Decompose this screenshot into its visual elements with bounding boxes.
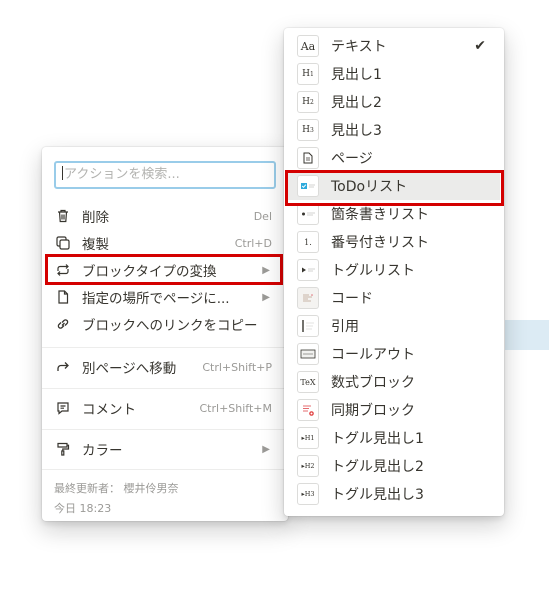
menu-item-label: コメント: [82, 402, 136, 418]
turn-into-synced-block[interactable]: 同期ブロック: [288, 396, 500, 424]
submenu-item-label: 見出し2: [331, 95, 382, 111]
color-menu-item[interactable]: カラー ▶: [46, 436, 284, 462]
block-action-menu: アクションを検索... 削除 Del 複製 Ctrl+D ブロックタイプの変換 …: [42, 147, 288, 521]
heading-3-thumb-icon: H3: [297, 119, 319, 141]
submenu-item-label: トグルリスト: [331, 263, 415, 279]
shortcut-hint: Del: [253, 209, 272, 223]
toggle-heading-3-thumb-icon: ▸H3: [297, 483, 319, 505]
turn-into-toggle-heading-3[interactable]: ▸H3 トグル見出し3: [288, 480, 500, 508]
heading-1-thumb-icon: H1: [297, 63, 319, 85]
toggle-heading-1-thumb-icon: ▸H1: [297, 427, 319, 449]
turn-into-text[interactable]: Aa テキスト ✔: [288, 32, 500, 60]
text-thumb-icon: Aa: [297, 35, 319, 57]
last-edited-by: 最終更新者： 櫻井伶男奈: [54, 482, 179, 495]
turn-into-callout[interactable]: コールアウト: [288, 340, 500, 368]
page-block-highlight: [505, 320, 549, 350]
bulleted-list-thumb-icon: [297, 203, 319, 225]
paint-roller-icon: [54, 440, 72, 458]
callout-thumb-icon: [297, 343, 319, 365]
toggle-heading-2-thumb-icon: ▸H2: [297, 455, 319, 477]
submenu-item-label: 見出し1: [331, 67, 382, 83]
submenu-item-label: 引用: [331, 319, 359, 335]
turn-into-page-menu-item[interactable]: 指定の場所でページに... ▶: [46, 284, 284, 310]
highlight-box-todo: [285, 170, 504, 206]
submenu-item-label: 箇条書きリスト: [331, 207, 429, 223]
move-arrow-icon: [54, 358, 72, 376]
submenu-arrow-icon: ▶: [262, 291, 270, 303]
comment-icon: [54, 399, 72, 417]
menu-item-label: ブロックへのリンクをコピー: [82, 318, 258, 334]
quote-thumb-icon: [297, 315, 319, 337]
turn-into-submenu: Aa テキスト ✔ H1 見出し1 H2 見出し2 H3 見出し3 ページ To…: [284, 28, 504, 516]
shortcut-hint: Ctrl+Shift+P: [202, 360, 272, 374]
submenu-item-label: 番号付きリスト: [331, 235, 429, 251]
turn-into-math-block[interactable]: TeX 数式ブロック: [288, 368, 500, 396]
shortcut-hint: Ctrl+Shift+M: [199, 401, 273, 415]
menu-item-label: カラー: [82, 443, 123, 459]
comment-menu-item[interactable]: コメント Ctrl+Shift+M: [46, 395, 284, 421]
menu-divider: [42, 469, 288, 470]
turn-into-toggle-heading-1[interactable]: ▸H1 トグル見出し1: [288, 424, 500, 452]
trash-icon: [54, 207, 72, 225]
highlight-box-turn-into: [45, 254, 283, 285]
code-thumb-icon: [297, 287, 319, 309]
synced-block-thumb-icon: [297, 399, 319, 421]
last-edited-time: 今日 18:23: [54, 502, 112, 515]
menu-item-label: 削除: [82, 210, 109, 226]
submenu-item-label: トグル見出し2: [331, 459, 424, 475]
turn-into-heading-2[interactable]: H2 見出し2: [288, 88, 500, 116]
turn-into-numbered-list[interactable]: 1. 番号付きリスト: [288, 228, 500, 256]
turn-into-page[interactable]: ページ: [288, 144, 500, 172]
toggle-list-thumb-icon: [297, 259, 319, 281]
link-icon: [54, 315, 72, 333]
action-search-input[interactable]: アクションを検索...: [54, 161, 276, 189]
page-thumb-icon: [297, 147, 319, 169]
checkmark-icon: ✔: [474, 38, 486, 54]
heading-2-thumb-icon: H2: [297, 91, 319, 113]
tex-thumb-icon: TeX: [297, 371, 319, 393]
menu-divider: [42, 429, 288, 430]
turn-into-toggle-heading-2[interactable]: ▸H2 トグル見出し2: [288, 452, 500, 480]
submenu-item-label: 同期ブロック: [331, 403, 415, 419]
page-icon: [54, 288, 72, 306]
duplicate-icon: [54, 234, 72, 252]
submenu-item-label: 数式ブロック: [331, 375, 415, 391]
menu-item-label: 複製: [82, 237, 109, 253]
turn-into-quote[interactable]: 引用: [288, 312, 500, 340]
move-to-menu-item[interactable]: 別ページへ移動 Ctrl+Shift+P: [46, 354, 284, 380]
turn-into-code[interactable]: コード: [288, 284, 500, 312]
turn-into-heading-1[interactable]: H1 見出し1: [288, 60, 500, 88]
submenu-arrow-icon: ▶: [262, 443, 270, 455]
numbered-list-thumb-icon: 1.: [297, 231, 319, 253]
submenu-item-label: コード: [331, 291, 373, 307]
menu-item-label: 別ページへ移動: [82, 361, 177, 377]
submenu-item-label: 見出し3: [331, 123, 382, 139]
menu-divider: [42, 388, 288, 389]
submenu-item-label: トグル見出し3: [331, 487, 424, 503]
menu-item-label: 指定の場所でページに...: [82, 291, 230, 307]
menu-divider: [42, 347, 288, 348]
turn-into-toggle-list[interactable]: トグルリスト: [288, 256, 500, 284]
submenu-item-label: トグル見出し1: [331, 431, 424, 447]
submenu-item-label: テキスト: [331, 39, 387, 55]
duplicate-menu-item[interactable]: 複製 Ctrl+D: [46, 230, 284, 256]
delete-menu-item[interactable]: 削除 Del: [46, 203, 284, 229]
shortcut-hint: Ctrl+D: [234, 236, 272, 250]
turn-into-heading-3[interactable]: H3 見出し3: [288, 116, 500, 144]
copy-link-menu-item[interactable]: ブロックへのリンクをコピー: [46, 311, 284, 337]
submenu-item-label: コールアウト: [331, 347, 415, 363]
submenu-item-label: ページ: [331, 151, 373, 167]
